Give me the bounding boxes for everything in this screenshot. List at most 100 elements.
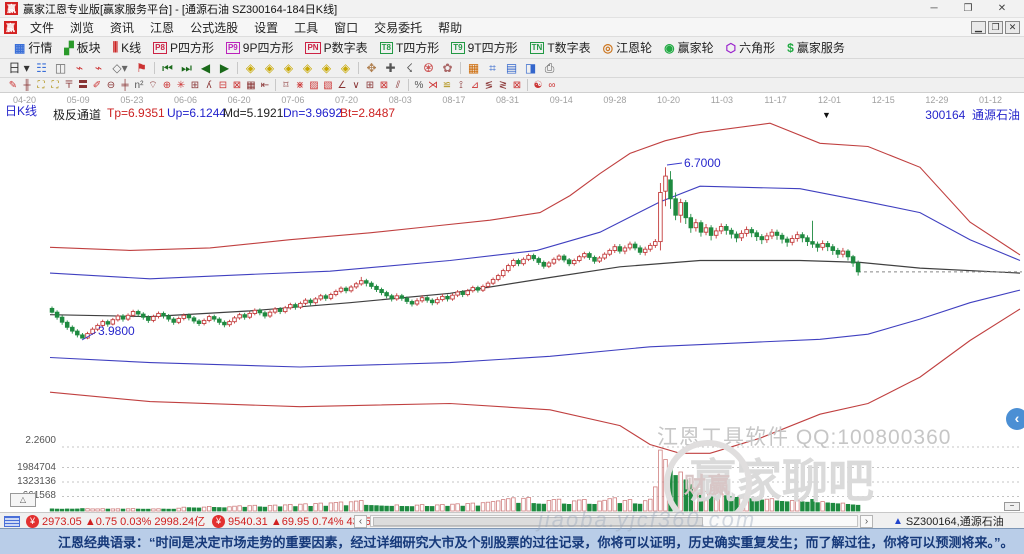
parallel-line-icon[interactable]: 〓 [76, 79, 90, 92]
indicator-name[interactable]: 极反通道 [53, 106, 101, 123]
menu-公式选股[interactable]: 公式选股 [182, 19, 246, 36]
golden-section-icon[interactable]: ≌ [440, 79, 454, 92]
child-restore-button[interactable]: ❐ [988, 20, 1003, 34]
sh-index-item[interactable]: ¥ 2973.05 ▲0.75 0.03% 2998.24亿 [26, 513, 205, 529]
calculator-icon[interactable]: ⌗ [483, 60, 502, 77]
gann-box-icon[interactable]: ⊞ [188, 79, 202, 92]
crosshair-icon[interactable]: ✚ [381, 60, 400, 77]
grid-box-icon[interactable]: ⊞ [363, 79, 377, 92]
menu-窗口[interactable]: 窗口 [326, 19, 366, 36]
quote-table-icon[interactable] [4, 513, 20, 529]
toolbar-9P四方形[interactable]: P9 9P四方形 [220, 39, 299, 56]
toolbar-P数字表[interactable]: PN P数字表 [299, 39, 373, 56]
zoom-diamond4-icon[interactable]: ◈ [298, 60, 317, 77]
extend-line-icon[interactable]: ⇤ [258, 79, 272, 92]
angle-arc-icon[interactable]: ⌔ [146, 79, 160, 92]
menu-文件[interactable]: 文件 [22, 19, 62, 36]
menu-帮助[interactable]: 帮助 [430, 19, 470, 36]
toolbar-T数字表[interactable]: TN T数字表 [524, 39, 597, 56]
close-button[interactable]: ✕ [985, 3, 1019, 14]
flag-tool-icon[interactable]: ⚑ [132, 60, 151, 77]
maximize-button[interactable]: ❐ [951, 3, 985, 14]
report-icon[interactable]: ▤ [502, 60, 521, 77]
delete-draw-icon[interactable]: ⊠ [510, 79, 524, 92]
chart-region[interactable]: 04-20 05-09 05-23 06-06 06-20 07-06 07-20 08-03… [0, 93, 1024, 512]
prev-bar-icon[interactable]: ◀ [196, 60, 215, 77]
line-chart2-icon[interactable]: ⌁ [89, 60, 108, 77]
infinity-icon[interactable]: ∞ [545, 79, 559, 92]
expand-volume-button[interactable]: △ [10, 493, 36, 507]
yin-yang-icon[interactable]: ☯ [531, 79, 545, 92]
circle-tool-icon[interactable]: ⊖ [104, 79, 118, 92]
zoom-diamond2-icon[interactable]: ◈ [260, 60, 279, 77]
child-minimize-button[interactable]: ▁ [971, 20, 986, 34]
gold-square2-icon[interactable]: ⛶ [48, 79, 62, 92]
triangle-tool-icon[interactable]: ⊿ [468, 79, 482, 92]
menu-江恩[interactable]: 江恩 [142, 19, 182, 36]
toolbar-P四方形[interactable]: P8 P四方形 [147, 39, 220, 56]
toolbar-赢家服务[interactable]: $ 赢家服务 [781, 39, 851, 56]
time-grid-icon[interactable]: ╪ [118, 79, 132, 92]
n-square-icon[interactable]: n² [132, 79, 146, 92]
level-line-icon[interactable]: 〒 [62, 79, 76, 92]
pencil-icon[interactable]: ✎ [6, 79, 20, 92]
toolbar-六角形[interactable]: ⬡ 六角形 [720, 39, 782, 56]
print-icon[interactable]: ⎙ [540, 60, 559, 77]
toolbar-9T四方形[interactable]: T9 9T四方形 [445, 39, 523, 56]
toolbar-江恩轮[interactable]: ◎ 江恩轮 [597, 39, 659, 56]
menu-设置[interactable]: 设置 [246, 19, 286, 36]
channel2-icon[interactable]: ≷ [496, 79, 510, 92]
toolbar-板块[interactable]: ▞ 板块 [58, 39, 106, 56]
toolbar-K线[interactable]: ⫼ K线 [107, 39, 148, 56]
menu-浏览[interactable]: 浏览 [62, 19, 102, 36]
overlay-selector[interactable]: ◇▾ [108, 60, 132, 77]
minimize-button[interactable]: ─ [917, 3, 951, 14]
gann-fan-icon[interactable]: ✳ [174, 79, 188, 92]
draw-line-icon[interactable]: ✐ [90, 79, 104, 92]
zoom-diamond5-icon[interactable]: ◈ [317, 60, 336, 77]
first-bar-icon[interactable]: ⏮ [158, 60, 177, 77]
anchor-icon[interactable]: ⌑ [279, 79, 293, 92]
split-view-icon[interactable]: ◫ [51, 60, 70, 77]
menu-资讯[interactable]: 资讯 [102, 19, 142, 36]
cross-box-icon[interactable]: ⊠ [377, 79, 391, 92]
toolbar-赢家轮[interactable]: ◉ 赢家轮 [658, 39, 720, 56]
scroll-right-arrow[interactable]: › [860, 513, 873, 529]
matrix-icon[interactable]: ▦ [244, 79, 258, 92]
mark-icon[interactable]: ✿ [438, 60, 457, 77]
wave-tool-icon[interactable]: ʎ [202, 79, 216, 92]
zoom-diamond6-icon[interactable]: ◈ [336, 60, 355, 77]
zoom-diamond1-icon[interactable]: ◈ [241, 60, 260, 77]
fib-retrace-icon[interactable]: ⋊ [426, 79, 440, 92]
scroll-left-arrow[interactable]: ‹ [354, 513, 367, 529]
collapse-button[interactable]: − [1004, 502, 1020, 511]
toolbar-T四方形[interactable]: T8 T四方形 [374, 39, 446, 56]
current-stock-label[interactable]: ▲ SZ300164,通源石油 [893, 513, 1004, 529]
menu-工具[interactable]: 工具 [286, 19, 326, 36]
gann-circle-icon[interactable]: ⊕ [160, 79, 174, 92]
scrollbar-thumb[interactable] [373, 517, 703, 526]
shade-box-icon[interactable]: ▨ [307, 79, 321, 92]
toolbar-行情[interactable]: ▦ 行情 [8, 39, 58, 56]
last-bar-icon[interactable]: ⏭ [177, 60, 196, 77]
gold-square-icon[interactable]: ⛶ [34, 79, 48, 92]
box-tool-icon[interactable]: ⊠ [230, 79, 244, 92]
check-line-icon[interactable]: ∨ [349, 79, 363, 92]
percent-icon[interactable]: % [412, 79, 426, 92]
pan-tool-icon[interactable]: ✥ [362, 60, 381, 77]
line-chart-icon[interactable]: ⌁ [70, 60, 89, 77]
child-close-button[interactable]: ✕ [1005, 20, 1020, 34]
parallel-rays-icon[interactable]: ⫽ [391, 79, 405, 92]
price-label-icon[interactable]: ⟟ [454, 79, 468, 92]
chart-scrollbar[interactable] [370, 515, 858, 527]
save-icon[interactable]: ◨ [521, 60, 540, 77]
menu-交易委托[interactable]: 交易委托 [366, 19, 430, 36]
channel-icon[interactable]: ≶ [482, 79, 496, 92]
shade-box2-icon[interactable]: ▧ [321, 79, 335, 92]
next-bar-icon[interactable]: ▶ [215, 60, 234, 77]
refresh-icon[interactable]: ♼ [419, 60, 438, 77]
calendar-icon[interactable]: ▦ [464, 60, 483, 77]
band-tool-icon[interactable]: ⊟ [216, 79, 230, 92]
pointer-tool-icon[interactable]: ☇ [400, 60, 419, 77]
angle-tool-icon[interactable]: ∠ [335, 79, 349, 92]
